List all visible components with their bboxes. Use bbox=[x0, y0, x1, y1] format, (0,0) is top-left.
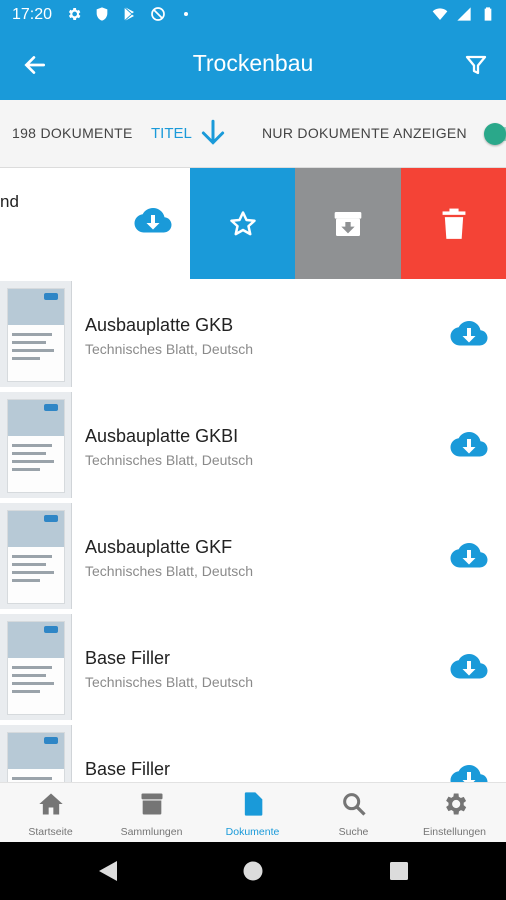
settings-status-icon bbox=[68, 8, 81, 20]
sort-bar: 198 DOKUMENTE TITEL NUR DOKUMENTE ANZEIG… bbox=[0, 100, 506, 168]
cloud-download-icon bbox=[450, 765, 488, 782]
bottom-navigation: Startseite Sammlungen Dokumente Suche Einste… bbox=[0, 782, 506, 842]
download-button[interactable] bbox=[134, 206, 172, 241]
delete-action-button[interactable] bbox=[401, 168, 506, 279]
only-documents-label: NUR DOKUMENTE ANZEIGEN bbox=[262, 125, 467, 141]
swiped-item-title: nd bbox=[0, 192, 19, 211]
no-sim-status-icon bbox=[151, 7, 165, 21]
download-button[interactable] bbox=[450, 541, 488, 576]
download-button[interactable] bbox=[450, 430, 488, 465]
nav-item-startseite[interactable]: Startseite bbox=[0, 783, 101, 843]
document-thumbnail bbox=[0, 281, 72, 387]
system-navigation-bar bbox=[0, 842, 506, 900]
document-subtitle: Technisches Blatt, Deutsch bbox=[85, 341, 254, 357]
download-button[interactable] bbox=[450, 652, 488, 687]
play-store-status-icon bbox=[124, 7, 134, 21]
document-thumbnail bbox=[0, 725, 72, 782]
document-list-item[interactable]: Base Filler bbox=[0, 723, 506, 782]
nav-item-sammlungen[interactable]: Sammlungen bbox=[101, 783, 202, 843]
signal-icon bbox=[457, 7, 471, 21]
cloud-download-icon bbox=[134, 208, 172, 233]
page-title: Trockenbau bbox=[192, 50, 314, 76]
nav-label: Dokumente bbox=[225, 826, 280, 838]
nav-item-dokumente[interactable]: Dokumente bbox=[202, 783, 303, 843]
cloud-download-icon bbox=[450, 654, 488, 679]
archive-action-button[interactable] bbox=[295, 168, 401, 279]
document-list-item[interactable]: Ausbauplatte GKBI Technisches Blatt, Deut… bbox=[0, 390, 506, 501]
circle-home-icon bbox=[243, 861, 263, 881]
favorite-action-button[interactable] bbox=[190, 168, 295, 279]
nav-label: Sammlungen bbox=[120, 826, 183, 838]
document-title: Base Filler bbox=[85, 648, 171, 668]
document-title: Ausbauplatte GKB bbox=[85, 315, 234, 335]
triangle-back-icon bbox=[99, 861, 117, 881]
swiped-item-content[interactable]: nd bbox=[0, 168, 190, 279]
filter-button[interactable] bbox=[456, 45, 496, 85]
document-list-item[interactable]: Base Filler Technisches Blatt, Deutsch bbox=[0, 612, 506, 723]
nav-label: Einstellungen bbox=[422, 826, 487, 838]
document-title: Ausbauplatte GKBI bbox=[85, 426, 239, 446]
document-icon bbox=[244, 792, 262, 816]
document-subtitle: Technisches Blatt, Deutsch bbox=[85, 563, 254, 579]
document-subtitle: Technisches Blatt, Deutsch bbox=[85, 452, 254, 468]
sort-by-title-button[interactable]: TITEL bbox=[151, 118, 226, 148]
document-list-item[interactable]: Ausbauplatte GKF Technisches Blatt, Deuts… bbox=[0, 501, 506, 612]
star-icon bbox=[229, 210, 256, 235]
document-thumbnail bbox=[0, 614, 72, 720]
document-subtitle: Technisches Blatt, Deutsch bbox=[85, 674, 254, 690]
document-thumbnail bbox=[0, 392, 72, 498]
nav-label: Suche bbox=[338, 826, 369, 838]
system-back-button[interactable] bbox=[93, 856, 123, 886]
arrow-down-icon bbox=[201, 119, 224, 145]
status-time: 17:20 bbox=[12, 6, 53, 23]
system-home-button[interactable] bbox=[238, 856, 268, 886]
toggle-thumb bbox=[484, 123, 506, 145]
app-bar: Trockenbau bbox=[0, 30, 506, 100]
dot-status-icon bbox=[184, 12, 188, 16]
document-list[interactable]: Ausbauplatte GKB Technisches Blatt, Deuts… bbox=[0, 279, 506, 782]
document-title: Base Filler bbox=[85, 759, 171, 779]
only-documents-toggle[interactable] bbox=[484, 122, 506, 145]
download-button[interactable] bbox=[450, 319, 488, 354]
nav-label: Startseite bbox=[28, 826, 73, 838]
system-recents-button[interactable] bbox=[384, 856, 414, 886]
nav-item-einstellungen[interactable]: Einstellungen bbox=[404, 783, 505, 843]
sort-label: TITEL bbox=[151, 124, 192, 142]
battery-icon bbox=[484, 7, 492, 21]
wifi-icon bbox=[432, 8, 448, 20]
status-system-icons bbox=[432, 6, 496, 22]
archive-icon bbox=[334, 211, 362, 236]
cloud-download-icon bbox=[450, 432, 488, 457]
document-count: 198 DOKUMENTE bbox=[12, 125, 133, 141]
collections-icon bbox=[141, 793, 162, 815]
document-list-item[interactable]: Ausbauplatte GKB Technisches Blatt, Deuts… bbox=[0, 279, 506, 390]
document-thumbnail bbox=[0, 503, 72, 609]
status-notification-icons bbox=[66, 6, 194, 22]
status-bar: 17:20 bbox=[0, 0, 506, 30]
shield-status-icon bbox=[96, 7, 108, 21]
cloud-download-icon bbox=[450, 543, 488, 568]
cloud-download-icon bbox=[450, 321, 488, 346]
home-icon bbox=[38, 793, 63, 815]
download-button[interactable] bbox=[450, 763, 488, 782]
delete-icon bbox=[442, 208, 465, 239]
swiped-list-item[interactable]: nd bbox=[0, 168, 506, 279]
settings-icon bbox=[445, 793, 466, 815]
square-recents-icon bbox=[390, 862, 408, 880]
nav-item-suche[interactable]: Suche bbox=[303, 783, 404, 843]
document-title: Ausbauplatte GKF bbox=[85, 537, 233, 557]
search-icon bbox=[342, 793, 366, 816]
filter-icon bbox=[465, 55, 487, 75]
